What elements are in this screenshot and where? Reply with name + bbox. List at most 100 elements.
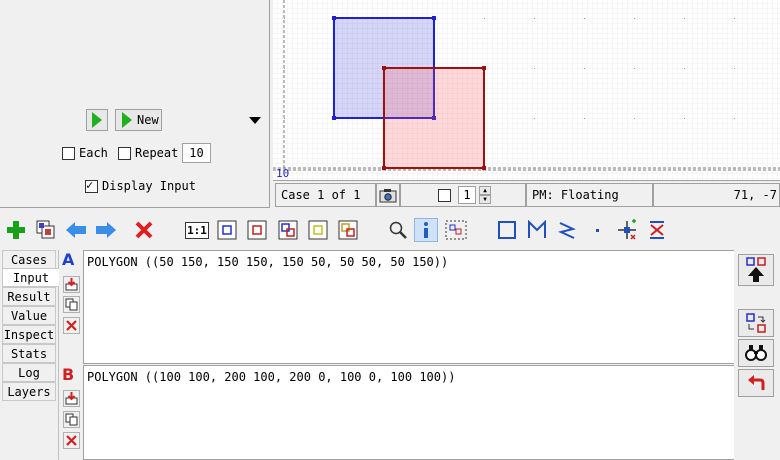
show-all-button[interactable]	[336, 218, 360, 242]
chevron-up-icon[interactable]: ▲	[479, 186, 491, 195]
copy-b-button[interactable]	[63, 411, 80, 428]
draw-polygon-button[interactable]	[495, 218, 519, 242]
inspect-button[interactable]	[738, 339, 774, 367]
close-icon	[66, 435, 77, 446]
tab-stats[interactable]: Stats	[2, 344, 56, 363]
show-a-button[interactable]	[215, 218, 239, 242]
show-ab-button[interactable]	[276, 218, 300, 242]
run-button[interactable]	[86, 109, 108, 131]
display-input-label: Display Input	[102, 179, 196, 193]
m-icon	[528, 220, 546, 238]
tab-value[interactable]: Value	[2, 306, 56, 325]
geometry-b-letter: B	[62, 365, 75, 384]
copy-icon	[65, 298, 78, 311]
zoom-icon	[389, 221, 407, 239]
geometry-canvas[interactable]: 10	[273, 0, 780, 180]
close-icon	[66, 320, 77, 331]
show-b-icon	[247, 220, 267, 240]
display-input-checkbox[interactable]: Display Input	[85, 178, 196, 193]
axis-label: 10	[276, 167, 290, 180]
repeat-checkbox[interactable]: Repeat	[118, 146, 178, 160]
flip-button[interactable]	[645, 218, 669, 242]
repeat-count-input[interactable]: 10	[182, 143, 211, 163]
load-a-button[interactable]	[63, 276, 80, 293]
stepper-arrows[interactable]: ▲ ▼	[479, 186, 491, 204]
show-all-icon	[338, 220, 358, 240]
new-button[interactable]: New	[115, 109, 162, 131]
geometry-a-input[interactable]: POLYGON ((50 150, 150 150, 150 50, 50 50…	[83, 250, 735, 364]
geometry-a-letter: A	[62, 250, 75, 269]
next-case-button[interactable]	[94, 218, 118, 242]
show-result-icon	[308, 220, 328, 240]
draw-point-button[interactable]	[585, 218, 609, 242]
repeat-label: Repeat	[135, 146, 179, 160]
chevron-down-icon[interactable]: ▼	[479, 195, 491, 204]
snapshot-button[interactable]	[376, 183, 400, 207]
undo-icon	[748, 375, 765, 390]
info-button[interactable]	[414, 218, 438, 242]
polygon-b[interactable]	[382, 66, 486, 170]
status-bar: Case 1 of 1 1 ▲ ▼ PM: Floating 71, -7	[273, 180, 780, 208]
square-icon	[498, 221, 516, 239]
select-button[interactable]	[444, 218, 468, 242]
show-a-icon	[217, 220, 237, 240]
clear-b-button[interactable]	[63, 432, 80, 449]
load-icon	[65, 392, 78, 405]
control-panel: New Each Repeat 10 Display Input	[0, 0, 270, 208]
copy-a-button[interactable]	[63, 296, 80, 313]
add-icon	[7, 221, 25, 239]
stepper-checkbox[interactable]	[438, 188, 451, 202]
copy-icon	[65, 413, 78, 426]
stepper-input[interactable]: 1	[458, 186, 476, 204]
display-input-checkbox-box[interactable]	[85, 178, 98, 193]
zoom-button[interactable]	[386, 218, 410, 242]
show-result-button[interactable]	[306, 218, 330, 242]
tab-inspect[interactable]: Inspect	[2, 325, 56, 344]
load-geometry-button[interactable]	[738, 254, 774, 286]
copy-case-button[interactable]	[34, 218, 58, 242]
each-checkbox-box[interactable]	[62, 146, 75, 160]
swap-ab-button[interactable]	[738, 309, 774, 337]
canvas-svg	[273, 0, 780, 180]
select-icon	[445, 220, 467, 240]
pan-icon	[618, 219, 636, 240]
new-button-label: New	[137, 113, 159, 127]
load-b-button[interactable]	[63, 390, 80, 407]
binoculars-icon	[745, 345, 767, 361]
draw-linestring-button[interactable]	[525, 218, 549, 242]
load-icon	[65, 278, 78, 291]
upload-icon	[746, 257, 766, 282]
point-icon	[596, 229, 599, 232]
clear-a-button[interactable]	[63, 317, 80, 334]
z-icon	[558, 222, 576, 239]
each-label: Each	[79, 146, 108, 160]
play-icon	[122, 112, 132, 128]
copy-case-icon	[36, 220, 55, 239]
repeat-checkbox-box[interactable]	[118, 146, 131, 160]
delete-icon	[135, 221, 153, 239]
draw-line-button[interactable]	[555, 218, 579, 242]
swap-icon	[746, 313, 766, 333]
side-tabs: Cases Input Result Value Inspect Stats L…	[0, 250, 59, 460]
play-icon	[92, 112, 102, 128]
dropdown-arrow-icon[interactable]	[249, 117, 261, 124]
one-to-one-button[interactable]: 1:1	[185, 218, 209, 242]
tab-layers[interactable]: Layers	[2, 382, 56, 401]
delete-case-button[interactable]	[132, 218, 156, 242]
undo-button[interactable]	[738, 369, 774, 397]
tab-input[interactable]: Input	[2, 268, 59, 287]
precision-model: PM: Floating	[526, 183, 653, 207]
one-to-one-icon: 1:1	[185, 221, 209, 239]
tab-result[interactable]: Result	[2, 287, 56, 306]
tab-log[interactable]: Log	[2, 363, 56, 382]
input-panel: A POLYGON ((50 150, 150 150, 150 50, 50 …	[58, 250, 735, 460]
flip-icon	[650, 221, 664, 239]
geometry-b-input[interactable]: POLYGON ((100 100, 200 100, 200 0, 100 0…	[83, 365, 735, 460]
camera-icon	[379, 189, 397, 203]
edit-vertex-button[interactable]	[615, 218, 639, 242]
show-b-button[interactable]	[245, 218, 269, 242]
prev-case-button[interactable]	[64, 218, 88, 242]
each-checkbox[interactable]: Each	[62, 146, 108, 160]
add-case-button[interactable]	[4, 218, 28, 242]
tab-cases[interactable]: Cases	[2, 250, 56, 269]
